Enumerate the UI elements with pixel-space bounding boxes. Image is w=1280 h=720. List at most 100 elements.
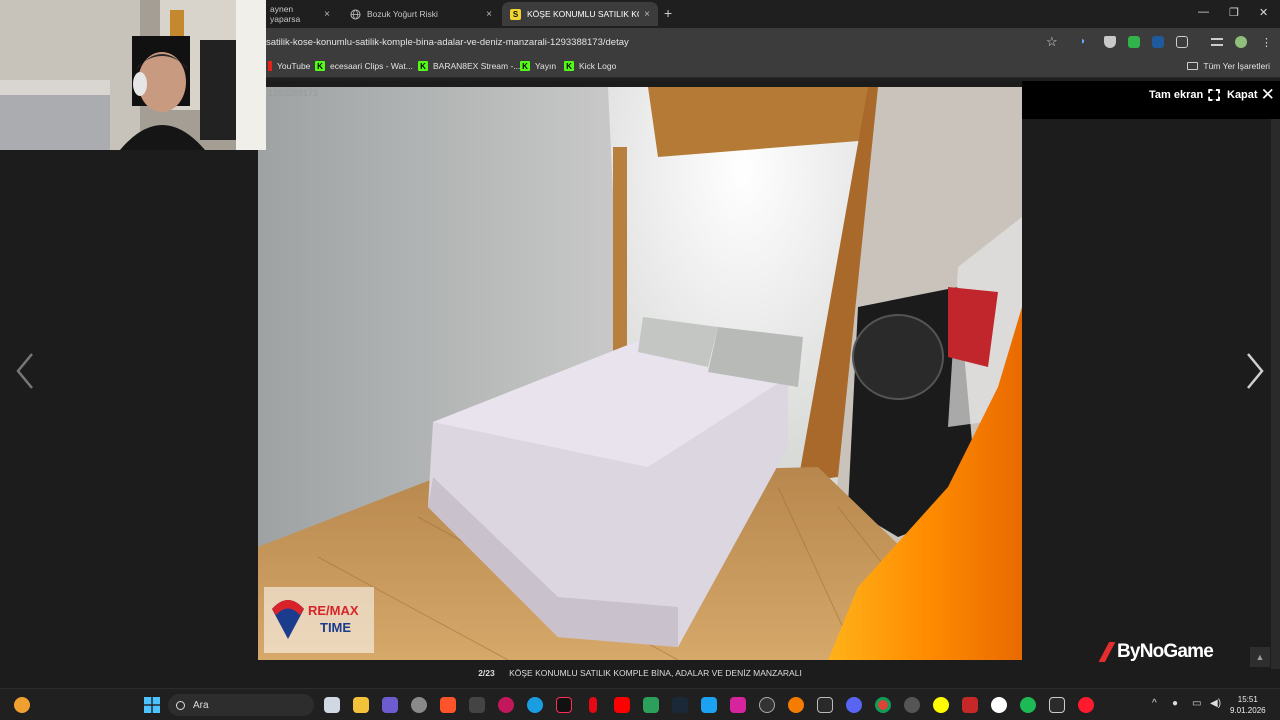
bynogame-logo-text: ByNoGame bbox=[1117, 641, 1214, 662]
taskbar-clock[interactable]: 15:51 9.01.2026 bbox=[1230, 694, 1266, 716]
network-icon[interactable]: ▭ bbox=[1192, 698, 1201, 709]
weather-widget-icon[interactable] bbox=[14, 697, 30, 713]
clock-time: 15:51 bbox=[1237, 695, 1258, 704]
tab-label: KÖŞE KONUMLU SATILIK KOMP bbox=[527, 9, 639, 19]
profile-avatar[interactable] bbox=[1235, 36, 1247, 48]
chrome-icon[interactable] bbox=[875, 697, 891, 713]
bookmark-label: Kick Logo bbox=[579, 61, 617, 71]
close-viewer-button[interactable]: Kapat ✕ bbox=[1227, 85, 1275, 104]
photo-caption-text: KÖŞE KONUMLU SATILIK KOMPLE BİNA, ADALAR… bbox=[509, 668, 802, 678]
photo-gallery-viewer: Tam ekran Kapat ✕ RE/MAX TIME 1293388173… bbox=[0, 81, 1280, 688]
minimize-button[interactable]: — bbox=[1198, 6, 1209, 18]
file-explorer-icon[interactable] bbox=[353, 697, 369, 713]
youtube-icon[interactable] bbox=[614, 697, 630, 713]
remax-watermark: RE/MAX TIME bbox=[264, 587, 374, 653]
windows-taskbar: Ara ^ ● ▭ ◀) 15:51 9.01.2026 bbox=[0, 688, 1280, 720]
brave-icon[interactable] bbox=[440, 697, 456, 713]
app-icon[interactable] bbox=[643, 697, 659, 713]
scroll-top-button[interactable]: ▲ bbox=[1250, 647, 1270, 667]
tab-item-active[interactable]: S KÖŞE KONUMLU SATILIK KOMP × bbox=[502, 2, 658, 26]
clock-date: 9.01.2026 bbox=[1230, 706, 1266, 715]
chevron-left-icon bbox=[16, 353, 33, 389]
edge-icon[interactable] bbox=[527, 697, 543, 713]
fullscreen-label: Tam ekran bbox=[1149, 89, 1204, 101]
snapchat-icon[interactable] bbox=[933, 697, 949, 713]
epic-games-icon[interactable] bbox=[817, 697, 833, 713]
restore-button[interactable]: ❐ bbox=[1229, 6, 1239, 19]
next-photo-button[interactable] bbox=[1244, 351, 1266, 391]
reading-list-icon[interactable] bbox=[1211, 38, 1223, 46]
discord-icon[interactable] bbox=[846, 697, 862, 713]
windows-start-icon[interactable] bbox=[144, 697, 160, 713]
steam-icon[interactable] bbox=[672, 697, 688, 713]
folder-icon bbox=[1187, 62, 1199, 70]
spotify-icon[interactable] bbox=[1020, 697, 1036, 713]
app-icon[interactable] bbox=[962, 697, 978, 713]
all-bookmarks-button[interactable]: Tüm Yer İşaretleri bbox=[1187, 61, 1270, 71]
netflix-icon[interactable] bbox=[589, 697, 597, 713]
bookmark-label: Yayın bbox=[535, 61, 557, 71]
tab-label: Bozuk Yoğurt Riski bbox=[367, 9, 438, 19]
address-bar[interactable]: satilik-kose-konumlu-satilik-komple-bina… bbox=[266, 37, 629, 48]
tiktok-icon[interactable] bbox=[556, 697, 572, 713]
instagram-icon[interactable] bbox=[730, 697, 746, 713]
app-icon[interactable] bbox=[411, 697, 427, 713]
close-label: Kapat bbox=[1227, 89, 1258, 101]
remax-sub-text: TIME bbox=[320, 620, 351, 635]
listing-photo[interactable]: RE/MAX TIME bbox=[258, 87, 1022, 660]
copilot-icon[interactable] bbox=[382, 697, 398, 713]
extension-icon[interactable] bbox=[1128, 36, 1140, 48]
bookmark-label: ecesaari Clips - Wat... bbox=[330, 61, 413, 71]
tab-close-icon[interactable]: × bbox=[486, 9, 492, 20]
tab-item[interactable]: Bozuk Yoğurt Riski × bbox=[342, 2, 500, 26]
task-view-icon[interactable] bbox=[324, 697, 340, 713]
close-icon: ✕ bbox=[1260, 85, 1275, 104]
tab-close-icon[interactable]: × bbox=[324, 9, 330, 20]
search-icon bbox=[176, 700, 185, 710]
app-icon[interactable] bbox=[469, 697, 485, 713]
listing-id-label: 1293388173 bbox=[268, 88, 319, 98]
taskbar-search[interactable]: Ara bbox=[168, 694, 314, 716]
speedometer-icon[interactable] bbox=[759, 697, 775, 713]
fullscreen-button[interactable]: Tam ekran bbox=[1149, 89, 1221, 101]
yandex-icon[interactable] bbox=[991, 697, 1007, 713]
bookmark-youtube[interactable]: YouTube bbox=[268, 61, 310, 71]
photo-counter: 2/23 bbox=[478, 668, 495, 678]
tab-close-icon[interactable]: × bbox=[644, 9, 650, 20]
app-icon[interactable] bbox=[788, 697, 804, 713]
extension-icon[interactable]: ◗ bbox=[1080, 36, 1092, 48]
new-tab-button[interactable]: + bbox=[664, 5, 672, 21]
webcam-overlay bbox=[0, 0, 266, 150]
bookmark-star-icon[interactable]: ☆ bbox=[1046, 34, 1058, 50]
bookmark-label: YouTube bbox=[277, 61, 311, 71]
bookmark-kick-stream[interactable]: K BARAN8EX Stream -... bbox=[418, 61, 520, 71]
app-icon[interactable] bbox=[904, 697, 920, 713]
all-bookmarks-label: Tüm Yer İşaretleri bbox=[1203, 61, 1270, 71]
bookmark-kick-clips[interactable]: K ecesaari Clips - Wat... bbox=[315, 61, 413, 71]
bookmark-kick-logo[interactable]: K Kick Logo bbox=[564, 61, 616, 71]
opera-icon[interactable] bbox=[1078, 697, 1094, 713]
tab-label: aynen yaparsa bbox=[270, 4, 301, 24]
app-icon[interactable] bbox=[498, 697, 514, 713]
previous-photo-button[interactable] bbox=[14, 351, 36, 391]
youtube-icon bbox=[268, 61, 272, 71]
search-placeholder: Ara bbox=[193, 699, 209, 711]
shield-icon[interactable] bbox=[1104, 36, 1116, 48]
bynogame-logo-icon bbox=[1099, 642, 1116, 662]
bookmark-yayin[interactable]: K Yayın bbox=[520, 61, 556, 71]
window-close-button[interactable]: ✕ bbox=[1259, 6, 1268, 19]
app-icon[interactable] bbox=[701, 697, 717, 713]
extension-icon[interactable] bbox=[1152, 36, 1164, 48]
kick-icon: K bbox=[315, 61, 325, 71]
app-icon[interactable] bbox=[1049, 697, 1065, 713]
tray-chevron-icon[interactable]: ^ bbox=[1152, 698, 1157, 709]
volume-icon[interactable]: ◀) bbox=[1210, 698, 1221, 709]
extensions-puzzle-icon[interactable] bbox=[1176, 36, 1188, 48]
tab-item[interactable]: aynen yaparsa × bbox=[262, 2, 338, 26]
globe-icon bbox=[350, 9, 361, 20]
viewer-scrollbar[interactable] bbox=[1271, 119, 1280, 669]
microphone-icon[interactable]: ● bbox=[1172, 698, 1178, 709]
kick-icon: K bbox=[418, 61, 428, 71]
fullscreen-icon bbox=[1208, 89, 1221, 101]
menu-kebab-icon[interactable]: ⋮ bbox=[1261, 36, 1273, 49]
